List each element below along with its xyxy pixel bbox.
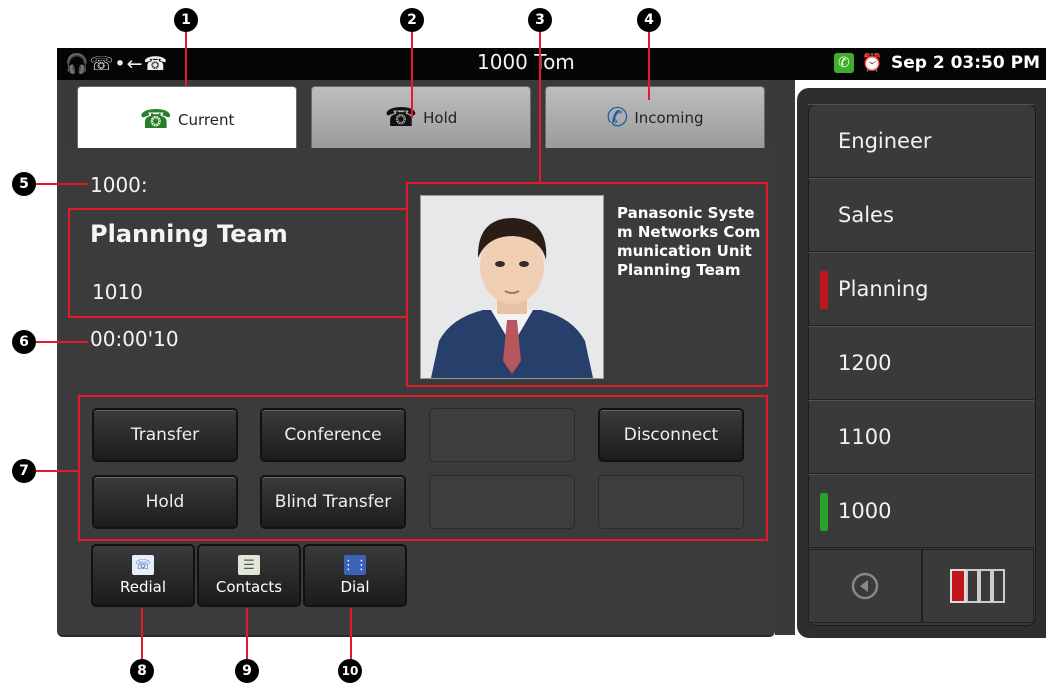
hold-button[interactable]: Hold [92, 475, 238, 529]
callout-line [36, 470, 80, 472]
side-item-label: 1000 [838, 499, 892, 523]
callout-line [36, 341, 88, 343]
side-item-1000[interactable]: 1000 [808, 474, 1034, 548]
tab-incoming[interactable]: ✆ Incoming [545, 86, 765, 149]
tab-hold-label: Hold [423, 109, 458, 127]
status-bar: 🎧☏•←☎ 1000 Tom ✆ ⏰ Sep 2 03:50 PM [57, 48, 1046, 80]
callout-marker: 10 [338, 659, 362, 683]
status-title: 1000 Tom [477, 50, 575, 74]
page-back-button[interactable] [808, 549, 922, 623]
panel-divider [775, 80, 795, 635]
callout-marker: 7 [12, 459, 36, 483]
back-arrow-icon [851, 572, 879, 600]
side-item-engineer[interactable]: Engineer [808, 104, 1034, 178]
tab-current-label: Current [178, 111, 235, 129]
contact-info-highlight [406, 182, 768, 387]
caller-info-highlight [68, 208, 408, 318]
status-icons: 🎧☏•←☎ [65, 53, 169, 75]
call-duration: 00:00'10 [90, 327, 179, 351]
side-item-1100[interactable]: 1100 [808, 400, 1034, 474]
callout-marker: 8 [130, 659, 154, 683]
status-datetime: Sep 2 03:50 PM [890, 53, 1040, 73]
status-indicator-red [820, 271, 828, 309]
incoming-call-icon: ✆ [606, 103, 629, 133]
dial-button[interactable]: ⋮⋮ Dial [303, 544, 407, 607]
callout-marker: 6 [12, 330, 36, 354]
phone-contact-icon: ☎ [139, 105, 173, 135]
side-item-label: 1100 [838, 425, 892, 449]
empty-button-slot [429, 475, 575, 529]
callout-marker: 5 [12, 172, 36, 196]
side-item-label: Engineer [838, 129, 932, 153]
status-right: ✆ ⏰ Sep 2 03:50 PM [833, 53, 1040, 73]
callout-line [246, 608, 248, 664]
callout-marker: 3 [528, 8, 552, 32]
transfer-button[interactable]: Transfer [92, 408, 238, 462]
callout-marker: 9 [235, 659, 259, 683]
extension-label: 1000: [90, 173, 148, 197]
disconnect-button[interactable]: Disconnect [598, 408, 744, 462]
redial-icon: ☏ [132, 555, 154, 575]
redial-button[interactable]: ☏ Redial [91, 544, 195, 607]
callout-line [141, 608, 143, 664]
tab-incoming-label: Incoming [634, 109, 704, 127]
redial-label: Redial [119, 578, 167, 596]
callout-marker: 4 [637, 8, 661, 32]
callout-marker: 1 [174, 8, 198, 32]
contacts-button[interactable]: ☰ Contacts [197, 544, 301, 607]
tab-current[interactable]: ☎ Current [77, 86, 297, 153]
side-item-sales[interactable]: Sales [808, 178, 1034, 252]
side-item-label: Sales [838, 203, 894, 227]
side-item-label: Planning [838, 277, 929, 301]
conference-button[interactable]: Conference [260, 408, 406, 462]
callout-marker: 2 [400, 8, 424, 32]
callout-line [36, 183, 88, 185]
side-item-label: 1200 [838, 351, 892, 375]
side-item-1200[interactable]: 1200 [808, 326, 1034, 400]
tab-hold[interactable]: ☎ Hold [311, 86, 531, 149]
callout-line [350, 608, 352, 664]
contacts-label: Contacts [215, 578, 283, 596]
callout-line [411, 32, 413, 118]
callout-line [539, 32, 541, 184]
callout-line [185, 32, 187, 86]
contacts-icon: ☰ [238, 555, 260, 575]
empty-button-slot [429, 408, 575, 462]
empty-button-slot [598, 475, 744, 529]
status-indicator-green [820, 493, 828, 531]
active-call-icon: ✆ [833, 53, 854, 73]
blind-transfer-button[interactable]: Blind Transfer [260, 475, 406, 529]
callout-line [648, 32, 650, 100]
dial-label: Dial [340, 578, 370, 596]
side-item-planning[interactable]: Planning [808, 252, 1034, 326]
dialpad-icon: ⋮⋮ [342, 555, 368, 575]
page-indicator-icon [950, 569, 1005, 603]
page-indicator-button[interactable] [922, 549, 1034, 623]
alarm-icon: ⏰ [861, 53, 883, 73]
